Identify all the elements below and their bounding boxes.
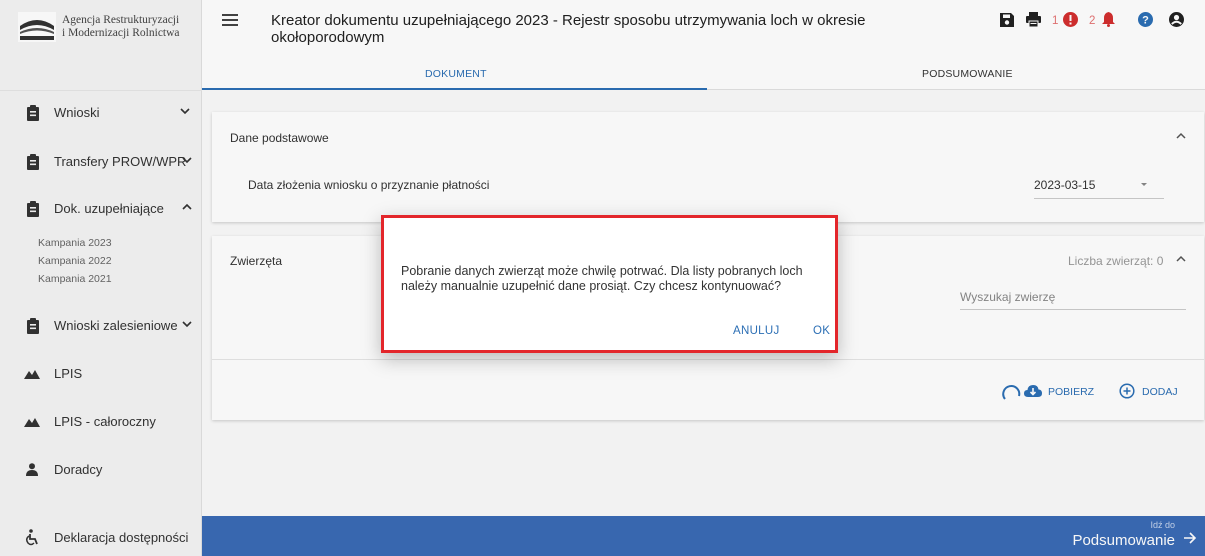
confirm-dialog: Pobranie danych zwierząt może chwilę pot… [381,215,838,353]
ok-button[interactable]: OK [813,325,830,337]
cancel-button[interactable]: ANULUJ [733,325,780,337]
dialog-message: Pobranie danych zwierząt może chwilę pot… [401,264,803,293]
